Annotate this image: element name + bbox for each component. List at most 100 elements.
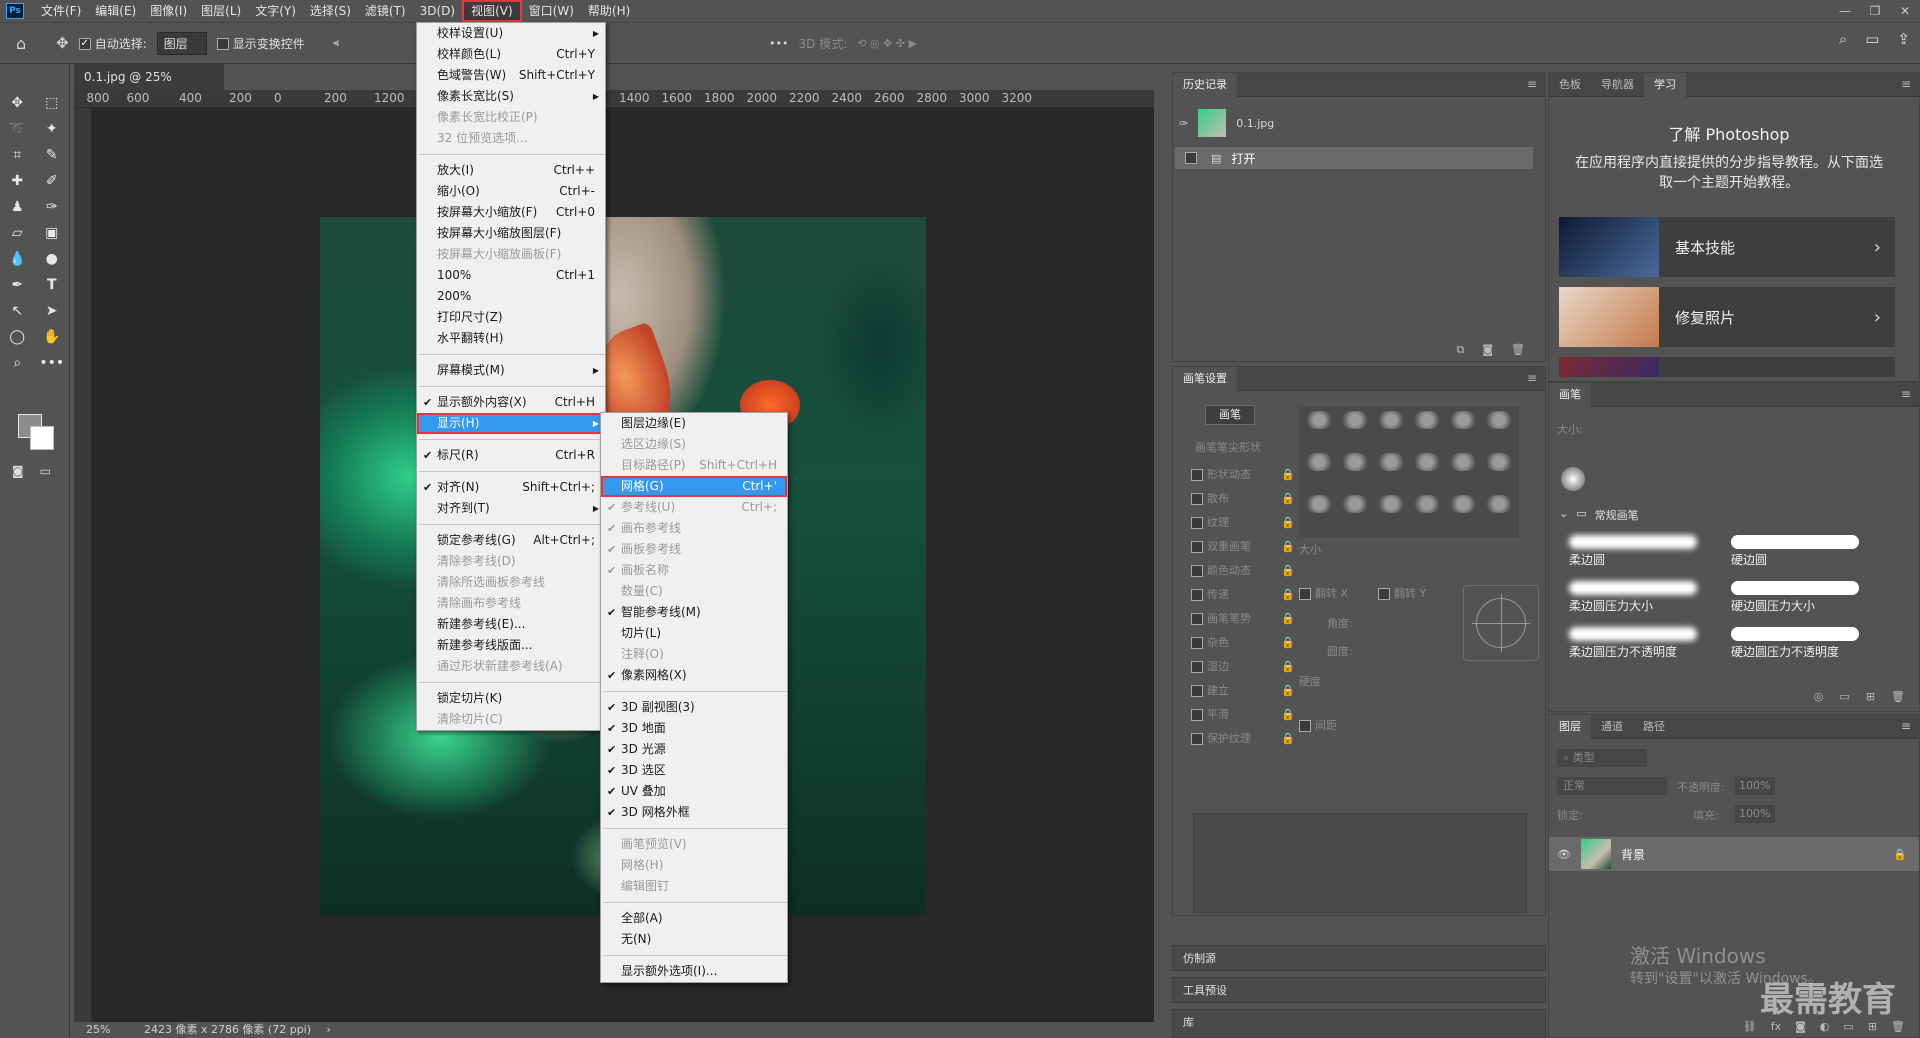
menu-item[interactable]: 新建参考线版面...: [417, 635, 605, 656]
brush-tip-grid[interactable]: [1299, 407, 1519, 537]
menu-item[interactable]: 显示(H) ▶: [417, 413, 605, 434]
brush-tip[interactable]: [1303, 411, 1335, 429]
trash-icon[interactable]: 🗑: [1891, 1020, 1905, 1033]
lasso-tool-icon[interactable]: ➰: [4, 121, 30, 137]
brush-group[interactable]: ⌄ ▭ 常规画笔: [1559, 507, 1639, 523]
menu-item[interactable]: 无(N): [601, 929, 787, 950]
menu-item[interactable]: ✔ 3D 光源: [601, 739, 787, 760]
menu-item[interactable]: ✔ 3D 地面: [601, 718, 787, 739]
path-select-icon[interactable]: ↖: [4, 303, 30, 319]
share-icon[interactable]: ⇪: [1897, 30, 1910, 48]
menu-item[interactable]: ✔ 像素网格(X): [601, 665, 787, 686]
pen-tool-icon[interactable]: ✒: [4, 277, 30, 293]
stamp-tool-icon[interactable]: ♟: [4, 199, 30, 215]
menu-item[interactable]: 200%: [417, 286, 605, 307]
brush-option[interactable]: 双重画笔 🔒: [1191, 535, 1295, 559]
ellipse-tool-icon[interactable]: ◯: [4, 329, 30, 345]
menu-item[interactable]: ✔ 标尺(R) Ctrl+R: [417, 445, 605, 466]
menu-1[interactable]: 编辑(E): [88, 0, 143, 22]
panel-menu-icon[interactable]: ≡: [1527, 371, 1537, 385]
lock-icon[interactable]: 🔒: [1281, 631, 1295, 655]
brush-tip[interactable]: [1483, 453, 1515, 471]
brush-option-checkbox[interactable]: [1191, 493, 1203, 505]
lock-icon[interactable]: 🔒: [1281, 655, 1295, 679]
mask-icon[interactable]: ◙: [1795, 1020, 1806, 1033]
learn-card-partial[interactable]: [1559, 357, 1895, 377]
new-layer-icon[interactable]: ⊞: [1868, 1020, 1877, 1033]
menu-item[interactable]: 水平翻转(H): [417, 328, 605, 349]
menu-item[interactable]: 打印尺寸(Z): [417, 307, 605, 328]
brush-option-checkbox[interactable]: [1191, 589, 1203, 601]
lock-icon[interactable]: 🔒: [1281, 607, 1295, 631]
close-button[interactable]: ✕: [1890, 0, 1920, 22]
brush-tip[interactable]: [1303, 453, 1335, 471]
quick-mask-icon[interactable]: ◙: [12, 464, 24, 478]
brush-option-checkbox[interactable]: [1191, 565, 1203, 577]
show-transform-checkbox[interactable]: [216, 38, 229, 50]
menu-item[interactable]: 按屏幕大小缩放图层(F): [417, 223, 605, 244]
blend-mode-dropdown[interactable]: 正常: [1557, 777, 1667, 795]
menu-item[interactable]: 锁定参考线(G) Alt+Ctrl+;: [417, 530, 605, 551]
toggle-visibility-icon[interactable]: ◎: [1814, 690, 1824, 703]
trash-icon[interactable]: 🗑: [1511, 343, 1525, 357]
menu-item[interactable]: 对齐到(T) ▶: [417, 498, 605, 519]
brush-option[interactable]: 建立 🔒: [1191, 679, 1295, 703]
brush-option-checkbox[interactable]: [1191, 709, 1203, 721]
minimize-button[interactable]: —: [1830, 0, 1860, 22]
menu-item[interactable]: 全部(A): [601, 908, 787, 929]
adjustment-icon[interactable]: ◐: [1820, 1020, 1830, 1033]
brushes-button[interactable]: 画笔: [1205, 405, 1255, 425]
crop-tool-icon[interactable]: ⌗: [4, 147, 30, 163]
dodge-tool-icon[interactable]: ●: [39, 251, 65, 267]
fill-field[interactable]: 100%: [1735, 805, 1775, 823]
brush-tip[interactable]: [1447, 453, 1479, 471]
tab-learn[interactable]: 学习: [1644, 72, 1686, 97]
new-brush-icon[interactable]: ⊞: [1866, 690, 1875, 703]
color-swatches[interactable]: [14, 410, 58, 454]
document-info[interactable]: 2423 像素 x 2786 像素 (72 ppi): [144, 1023, 311, 1036]
brush-angle-preview[interactable]: [1463, 585, 1539, 661]
menu-item[interactable]: ✔ 显示额外内容(X) Ctrl+H: [417, 392, 605, 413]
learn-card-repair[interactable]: 修复照片 ›: [1559, 287, 1895, 347]
brush-option[interactable]: 湿边 🔒: [1191, 655, 1295, 679]
new-group-icon[interactable]: ▭: [1843, 1020, 1853, 1033]
flip-x-checkbox[interactable]: [1299, 588, 1311, 600]
menu-item[interactable]: 屏幕模式(M) ▶: [417, 360, 605, 381]
restore-button[interactable]: ❐: [1860, 0, 1890, 22]
align-icon[interactable]: ⫷: [333, 36, 339, 50]
brush-option[interactable]: 散布 🔒: [1191, 487, 1295, 511]
brush-tip[interactable]: [1339, 411, 1371, 429]
lock-icon[interactable]: 🔒: [1281, 487, 1295, 511]
layer-filter[interactable]: ⌕ 类型: [1557, 749, 1647, 767]
magic-wand-icon[interactable]: ✦: [39, 121, 65, 137]
home-icon[interactable]: ⌂: [16, 34, 26, 53]
libraries-panel-tab[interactable]: 库: [1172, 1009, 1546, 1038]
document-tab[interactable]: 0.1.jpg @ 25%(RGB/8*) ×: [74, 64, 224, 110]
brush-tip[interactable]: [1411, 411, 1443, 429]
zoom-level[interactable]: 25%: [86, 1023, 110, 1036]
brush-tip[interactable]: [1375, 453, 1407, 471]
menu-item[interactable]: 校样设置(U) ▶: [417, 23, 605, 44]
brush-tip[interactable]: [1339, 495, 1371, 513]
brush-tip[interactable]: [1339, 453, 1371, 471]
direct-select-icon[interactable]: ➤: [39, 303, 65, 319]
brush-tip[interactable]: [1375, 495, 1407, 513]
menu-8[interactable]: 视图(V): [462, 0, 522, 22]
brush-option-checkbox[interactable]: [1191, 541, 1203, 553]
spacing-checkbox[interactable]: [1299, 720, 1311, 732]
menu-7[interactable]: 3D(D): [413, 0, 462, 22]
menu-9[interactable]: 窗口(W): [522, 0, 581, 22]
menu-5[interactable]: 选择(S): [303, 0, 358, 22]
brush-preset[interactable]: 硬边圆压力大小: [1725, 575, 1865, 615]
auto-select-checkbox[interactable]: ✓: [78, 38, 91, 50]
menu-0[interactable]: 文件(F): [34, 0, 88, 22]
brush-option[interactable]: 颜色动态 🔒: [1191, 559, 1295, 583]
brush-option[interactable]: 保护纹理 🔒: [1191, 727, 1295, 751]
fx-icon[interactable]: fx: [1771, 1020, 1781, 1033]
clone-source-panel-tab[interactable]: 仿制源: [1172, 945, 1546, 971]
menu-item[interactable]: 校样颜色(L) Ctrl+Y: [417, 44, 605, 65]
hand-tool-icon[interactable]: ✋: [39, 329, 65, 345]
menu-item[interactable]: ✔ UV 叠加: [601, 781, 787, 802]
tab-brush-settings[interactable]: 画笔设置: [1173, 366, 1237, 391]
history-brush-source-icon[interactable]: ✑: [1179, 117, 1188, 130]
